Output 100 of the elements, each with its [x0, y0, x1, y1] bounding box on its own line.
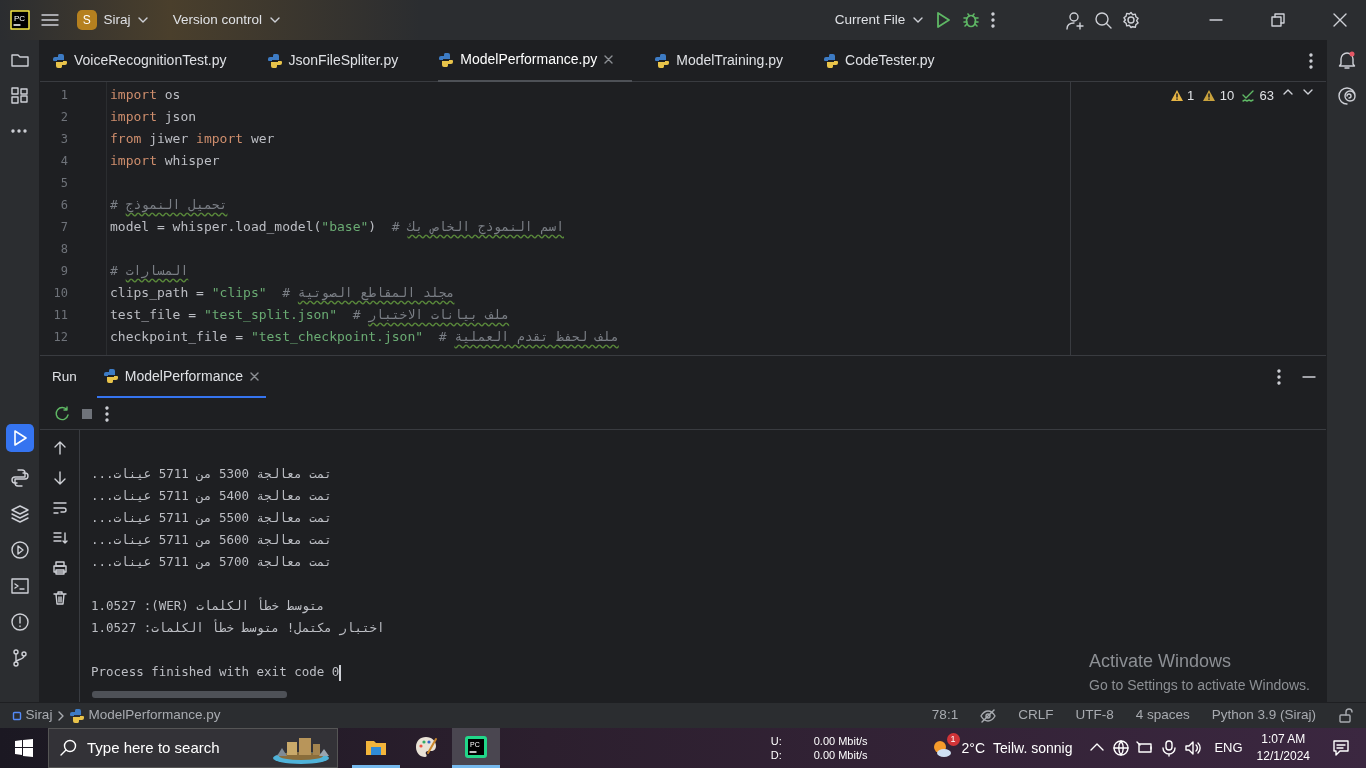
line-number: 1 [59, 87, 68, 104]
python-console-icon[interactable] [9, 468, 30, 488]
editor-tab[interactable]: ModelTraining.py [654, 39, 802, 82]
python-file-icon [438, 51, 455, 68]
run-icon[interactable] [934, 11, 952, 29]
windows-start-icon[interactable] [15, 739, 33, 757]
console-line: اختبار مكتمل! متوسط خطأ الكلمات: 1.0527 [91, 618, 385, 638]
taskbar-search-field[interactable]: Type here to search [48, 728, 338, 768]
line-number: 9 [59, 263, 68, 280]
breadcrumb-item[interactable]: ModelPerformance.py [69, 705, 221, 726]
print-icon[interactable] [51, 560, 68, 576]
line-number: 10 [52, 285, 68, 302]
error-count[interactable]: 1 [1169, 86, 1195, 106]
problems-icon[interactable] [9, 612, 30, 632]
status-item[interactable]: 4 spaces [1135, 705, 1190, 726]
soft-wrap-icon[interactable] [51, 500, 68, 516]
spiral-icon[interactable] [1336, 86, 1357, 106]
run-tab[interactable]: ModelPerformance [96, 356, 267, 398]
console-line: تمت معالجة 5500 من 5711 عينات... [91, 509, 332, 527]
globe-icon[interactable] [1112, 739, 1131, 757]
structure-icon[interactable] [9, 86, 30, 106]
lock-icon[interactable] [1338, 707, 1354, 724]
language-indicator[interactable]: ENG [1214, 738, 1243, 758]
microphone-icon[interactable] [1160, 739, 1179, 757]
more-tabs-icon[interactable] [1308, 51, 1314, 70]
console-line: تمت معالجة 5600 من 5711 عينات... [91, 531, 332, 549]
line-number: 11 [52, 307, 68, 324]
layers-icon[interactable] [9, 504, 30, 524]
text-cursor [339, 664, 342, 681]
clock-date[interactable]: 12/1/2024 [1256, 748, 1310, 765]
status-item[interactable]: UTF-8 [1075, 705, 1114, 726]
search-placeholder: Type here to search [87, 737, 221, 758]
editor-tab[interactable]: CodeTester.py [823, 39, 953, 82]
trash-icon[interactable] [51, 590, 68, 606]
editor-tab[interactable]: ModelPerformance.py [438, 39, 633, 82]
more-options-icon[interactable] [104, 404, 110, 423]
download-rate: 0.00 Mbit/s [813, 748, 868, 762]
version-control-menu[interactable]: Version control [172, 9, 281, 31]
code-line: import whisper [110, 152, 221, 170]
download-label: D: [770, 748, 782, 762]
editor-tab[interactable]: VoiceRecognitionTest.py [52, 39, 245, 82]
run-config-selector[interactable]: Current File [834, 9, 924, 31]
warning-icon [1202, 88, 1217, 103]
status-item[interactable]: CRLF [1018, 705, 1054, 726]
python-file-icon [69, 707, 86, 724]
close-tab-icon[interactable] [249, 370, 261, 382]
menu-icon[interactable] [40, 11, 60, 29]
services-icon[interactable] [9, 540, 30, 560]
notification-icon[interactable] [1336, 50, 1357, 70]
scroll-to-end-icon[interactable] [51, 530, 68, 546]
rerun-icon[interactable] [54, 405, 70, 422]
line-number: 7 [59, 219, 68, 236]
console-line: تمت معالجة 5700 من 5711 عينات... [91, 553, 332, 571]
console-line: Process finished with exit code 0 [91, 663, 340, 681]
settings-icon[interactable] [1122, 11, 1140, 29]
code-line: # تحميل النموذج [110, 196, 229, 215]
panel-title: Run [52, 367, 77, 386]
typo-count[interactable]: 63 [1242, 86, 1274, 106]
speaker-icon[interactable] [1184, 739, 1203, 757]
warning-icon [1169, 88, 1184, 103]
code-line: import json [110, 108, 198, 126]
more-options-icon[interactable] [990, 11, 996, 29]
line-number: 6 [59, 197, 68, 214]
code-line: import os [110, 86, 182, 104]
close-tab-icon[interactable] [603, 54, 615, 65]
line-number: 12 [52, 329, 68, 346]
code-line: # المسارات [110, 262, 190, 281]
eye-off-icon[interactable] [980, 707, 997, 724]
clock-time[interactable]: 1:07 AM [1261, 731, 1306, 748]
close-icon[interactable] [1332, 12, 1348, 28]
status-item[interactable]: 78:1 [931, 705, 959, 726]
stop-icon[interactable] [80, 406, 94, 421]
project-avatar: S [76, 10, 97, 30]
editor-tab[interactable]: JsonFileSpliter.py [266, 39, 417, 82]
weather-text: Teilw. sonnig [993, 738, 1073, 758]
upload-rate: 0.00 Mbit/s [813, 734, 868, 748]
python-file-icon [266, 52, 283, 69]
app-logo-icon[interactable]: PC [10, 10, 30, 30]
python-file-icon [52, 52, 68, 69]
line-number: 8 [59, 241, 68, 258]
notification-center-icon[interactable] [1332, 739, 1350, 757]
line-number: 5 [59, 175, 68, 192]
python-file-icon [823, 52, 840, 69]
notification-badge: 1 [946, 733, 960, 746]
scrollbar-thumb[interactable] [92, 691, 287, 698]
status-item[interactable]: Python 3.9 (Siraj) [1211, 705, 1316, 726]
breadcrumb-item[interactable]: Siraj [12, 705, 53, 726]
more-options-icon[interactable] [1276, 368, 1282, 386]
console-line: تمت معالجة 5300 من 5711 عينات... [91, 465, 332, 483]
upload-label: U: [770, 734, 782, 748]
search-icon [59, 739, 77, 757]
bug-icon[interactable] [962, 11, 980, 29]
console-line: متوسط خطأ الكلمات (WER): 1.0527 [91, 596, 325, 616]
add-user-icon[interactable] [1066, 10, 1084, 30]
search-icon[interactable] [1094, 11, 1112, 29]
restore-icon[interactable] [1270, 12, 1286, 28]
warning-count[interactable]: 10 [1202, 86, 1235, 106]
console-line: تمت معالجة 5400 من 5711 عينات... [91, 487, 332, 505]
project-switcher[interactable]: S Siraj [76, 9, 150, 31]
terminal-icon[interactable] [9, 576, 30, 596]
